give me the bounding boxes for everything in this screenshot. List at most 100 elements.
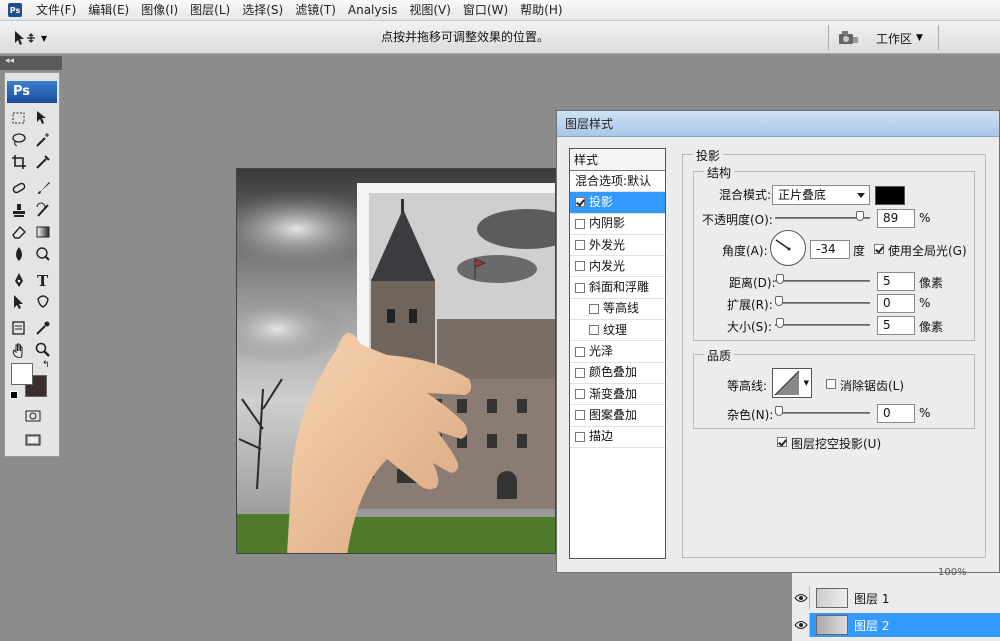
style-item[interactable]: 混合选项:默认 (570, 171, 665, 193)
noise-slider[interactable] (775, 412, 870, 414)
style-item[interactable]: 颜色叠加 (570, 363, 665, 384)
zoom-tool-icon[interactable] (33, 341, 53, 359)
hand-tool-icon[interactable] (9, 341, 29, 359)
size-slider-thumb[interactable] (776, 318, 784, 328)
quick-mask-icon[interactable] (23, 407, 43, 425)
custom-shape-tool-icon[interactable] (33, 293, 53, 311)
crop-tool-icon[interactable] (9, 153, 29, 171)
menu-window[interactable]: 窗口(W) (457, 0, 514, 20)
style-checkbox[interactable] (575, 261, 585, 272)
distance-slider[interactable] (775, 280, 870, 282)
layers-panel: 100% 图层 1 图层 2 (792, 567, 1000, 641)
menu-help[interactable]: 帮助(H) (514, 0, 568, 20)
swap-colors-icon[interactable]: ↰ (42, 360, 50, 370)
menu-edit[interactable]: 编辑(E) (82, 0, 135, 20)
global-light-label: 使用全局光(G) (888, 244, 967, 258)
antialias-checkbox[interactable] (826, 379, 836, 389)
camera-icon[interactable] (836, 28, 860, 48)
style-checkbox[interactable] (575, 197, 585, 208)
spread-slider[interactable] (775, 302, 870, 304)
global-light-checkbox[interactable] (874, 244, 884, 254)
distance-slider-thumb[interactable] (776, 274, 784, 284)
menu-view[interactable]: 视图(V) (403, 0, 457, 20)
shadow-color-swatch[interactable] (875, 186, 905, 205)
style-item[interactable]: 光泽 (570, 341, 665, 363)
document-canvas[interactable] (236, 168, 556, 554)
noise-input[interactable]: 0 (877, 404, 915, 423)
workspace-button[interactable]: 工作区 ▼ (868, 26, 932, 50)
angle-input[interactable]: -34 (810, 240, 850, 259)
blend-mode-select[interactable]: 正片叠底 (772, 185, 870, 205)
style-item[interactable]: 描边 (570, 427, 665, 448)
opacity-slider-thumb[interactable] (855, 211, 864, 221)
size-input[interactable]: 5 (877, 316, 915, 335)
brush-tool-icon[interactable] (33, 179, 53, 197)
dialog-title[interactable]: 图层样式 (557, 111, 999, 137)
spread-input[interactable]: 0 (877, 294, 915, 313)
opacity-unit: % (919, 211, 931, 225)
eye-icon[interactable] (792, 586, 810, 610)
foreground-color-swatch[interactable] (11, 363, 33, 385)
noise-slider-thumb[interactable] (775, 406, 783, 416)
collapse-icon: ◂◂ (5, 56, 15, 66)
style-checkbox[interactable] (575, 389, 585, 400)
clone-stamp-tool-icon[interactable] (9, 201, 29, 219)
spread-slider-thumb[interactable] (775, 296, 783, 306)
style-item[interactable]: 纹理 (570, 320, 665, 342)
size-unit: 像素 (919, 320, 944, 334)
menu-image[interactable]: 图像(I) (135, 0, 184, 20)
spot-healing-tool-icon[interactable] (9, 179, 29, 197)
path-selection-tool-icon[interactable] (9, 293, 29, 311)
lasso-tool-icon[interactable] (9, 131, 29, 149)
screen-mode-icon[interactable] (23, 431, 43, 449)
gradient-tool-icon[interactable] (33, 223, 53, 241)
style-item[interactable]: 渐变叠加 (570, 384, 665, 406)
style-item[interactable]: 斜面和浮雕 (570, 277, 665, 299)
style-checkbox[interactable] (575, 282, 585, 293)
menu-file[interactable]: 文件(F) (30, 0, 82, 20)
move-tool-icon[interactable] (33, 109, 53, 127)
style-checkbox[interactable] (589, 303, 599, 314)
type-tool-icon[interactable]: T (33, 271, 53, 289)
eraser-tool-icon[interactable] (9, 223, 29, 241)
layer-knockout-checkbox[interactable] (777, 437, 787, 447)
style-checkbox[interactable] (575, 367, 585, 378)
size-slider[interactable] (775, 324, 870, 326)
layer-row-2[interactable]: 图层 2 (792, 613, 1000, 637)
history-brush-tool-icon[interactable] (33, 201, 53, 219)
style-item[interactable]: 内发光 (570, 256, 665, 278)
dodge-tool-icon[interactable] (33, 245, 53, 263)
opacity-input[interactable]: 89 (877, 209, 915, 228)
style-item[interactable]: 图案叠加 (570, 405, 665, 427)
pen-tool-icon[interactable] (9, 271, 29, 289)
style-checkbox[interactable] (575, 431, 585, 442)
contour-picker[interactable]: ▼ (772, 368, 812, 398)
menu-filter[interactable]: 滤镜(T) (289, 0, 342, 20)
style-item[interactable]: 内阴影 (570, 214, 665, 235)
layer-row-1[interactable]: 图层 1 (792, 586, 1000, 610)
eyedropper-tool-icon[interactable] (33, 319, 53, 337)
opacity-label: 不透明度(O): (702, 213, 773, 227)
blur-tool-icon[interactable] (9, 245, 29, 263)
angle-dial[interactable] (770, 230, 806, 266)
style-checkbox[interactable] (575, 346, 585, 357)
style-item[interactable]: 投影 (570, 192, 665, 214)
menu-layer[interactable]: 图层(L) (184, 0, 236, 20)
default-colors-icon[interactable] (10, 391, 18, 399)
toolbox-collapse-bar[interactable]: ◂◂ (0, 56, 62, 70)
eyedropper-slice-tool-icon[interactable] (33, 153, 53, 171)
notes-tool-icon[interactable] (9, 319, 29, 337)
eye-icon[interactable] (792, 613, 810, 637)
style-checkbox[interactable] (575, 218, 585, 229)
style-checkbox[interactable] (575, 410, 585, 421)
marquee-tool-icon[interactable] (9, 109, 29, 127)
distance-input[interactable]: 5 (877, 272, 915, 291)
magic-wand-tool-icon[interactable] (33, 131, 53, 149)
menu-analysis[interactable]: Analysis (342, 0, 403, 20)
menu-select[interactable]: 选择(S) (236, 0, 289, 20)
style-checkbox[interactable] (589, 325, 599, 336)
style-item[interactable]: 等高线 (570, 299, 665, 321)
styles-header[interactable]: 样式 (570, 149, 665, 171)
style-item[interactable]: 外发光 (570, 235, 665, 257)
style-checkbox[interactable] (575, 240, 585, 251)
